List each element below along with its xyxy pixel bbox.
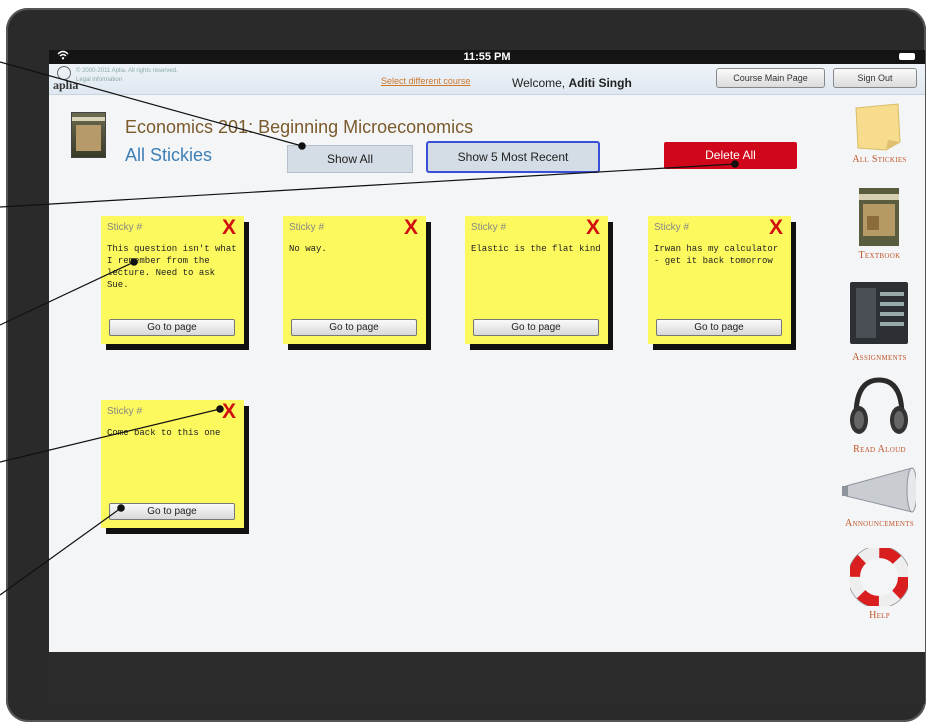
sticky-text: Elastic is the flat kind: [471, 244, 601, 254]
welcome-text: Welcome, Aditi Singh: [512, 76, 632, 90]
welcome-prefix: Welcome,: [512, 76, 569, 90]
sticky-note: Sticky # X Come back to this one Go to p…: [101, 400, 244, 528]
sticky-text: Come back to this one: [107, 428, 221, 438]
sticky-label: Sticky #: [289, 222, 325, 233]
sticky-note: Sticky # X Irwan has my calculator - get…: [648, 216, 791, 344]
ipad-frame: 11:55 PM aplia © 2000-2011 Aplia. All ri…: [6, 8, 926, 722]
sticky-note: Sticky # X Elastic is the flat kind Go t…: [465, 216, 608, 344]
delete-sticky-button[interactable]: X: [586, 216, 600, 240]
sticky-text: This question isn't what I remember from…: [107, 244, 237, 290]
sidebar-label: Announcements: [844, 518, 915, 529]
copyright-text: © 2000-2011 Aplia. All rights reserved.: [76, 68, 178, 74]
status-bar: 11:55 PM: [49, 50, 925, 64]
sticky-label: Sticky #: [654, 222, 690, 233]
sticky-note: Sticky # X This question isn't what I re…: [101, 216, 244, 344]
sidebar-item-read-aloud[interactable]: Read Aloud: [834, 372, 925, 455]
app-header: aplia © 2000-2011 Aplia. All rights rese…: [49, 64, 925, 95]
user-name: Aditi Singh: [568, 76, 632, 90]
go-to-page-button[interactable]: Go to page: [109, 503, 235, 520]
sidebar-item-help[interactable]: Help: [834, 548, 925, 628]
legal-notice: © 2000-2011 Aplia. All rights reserved. …: [76, 67, 178, 85]
battery-icon: [899, 53, 915, 60]
sidebar-item-assignments[interactable]: Assignments: [834, 282, 925, 363]
delete-all-button[interactable]: Delete All: [664, 142, 797, 169]
delete-sticky-button[interactable]: X: [769, 216, 783, 240]
sidebar-item-textbook[interactable]: Textbook: [834, 188, 925, 264]
status-time: 11:55 PM: [463, 51, 511, 63]
course-title: Economics 201: Beginning Microeconomics: [125, 117, 474, 137]
legal-link[interactable]: Legal information: [76, 76, 178, 85]
sidebar-label: Assignments: [852, 352, 907, 363]
sign-out-button[interactable]: Sign Out: [833, 68, 917, 88]
screen: 11:55 PM aplia © 2000-2011 Aplia. All ri…: [49, 50, 925, 704]
sidebar-label: Help: [869, 610, 890, 621]
logo-wordmark: aplia: [53, 78, 79, 92]
sidebar-item-all-stickies[interactable]: All Stickies: [834, 102, 925, 172]
sticky-note: Sticky # X No way. Go to page: [283, 216, 426, 344]
bottom-bezel-strip: [49, 652, 925, 704]
sticky-text: Irwan has my calculator - get it back to…: [654, 244, 779, 266]
course-book-thumbnail: [71, 112, 106, 158]
delete-sticky-button[interactable]: X: [222, 216, 236, 240]
select-course-link[interactable]: Select different course: [381, 76, 470, 86]
show-recent-button[interactable]: Show 5 Most Recent: [426, 141, 600, 173]
course-main-page-button[interactable]: Course Main Page: [716, 68, 825, 88]
delete-sticky-button[interactable]: X: [222, 400, 236, 424]
sidebar-item-announcements[interactable]: Announcements: [834, 462, 925, 538]
page-title: All Stickies: [125, 145, 213, 165]
sidebar-label: Read Aloud: [853, 444, 906, 455]
delete-sticky-button[interactable]: X: [404, 216, 418, 240]
sticky-label: Sticky #: [107, 406, 143, 417]
sidebar-label: Textbook: [858, 250, 901, 261]
sticky-text: No way.: [289, 244, 327, 254]
show-all-button[interactable]: Show All: [287, 145, 413, 173]
go-to-page-button[interactable]: Go to page: [656, 319, 782, 336]
go-to-page-button[interactable]: Go to page: [473, 319, 599, 336]
sticky-label: Sticky #: [471, 222, 507, 233]
go-to-page-button[interactable]: Go to page: [291, 319, 417, 336]
sticky-label: Sticky #: [107, 222, 143, 233]
sidebar-label: All Stickies: [852, 154, 907, 165]
go-to-page-button[interactable]: Go to page: [109, 319, 235, 336]
